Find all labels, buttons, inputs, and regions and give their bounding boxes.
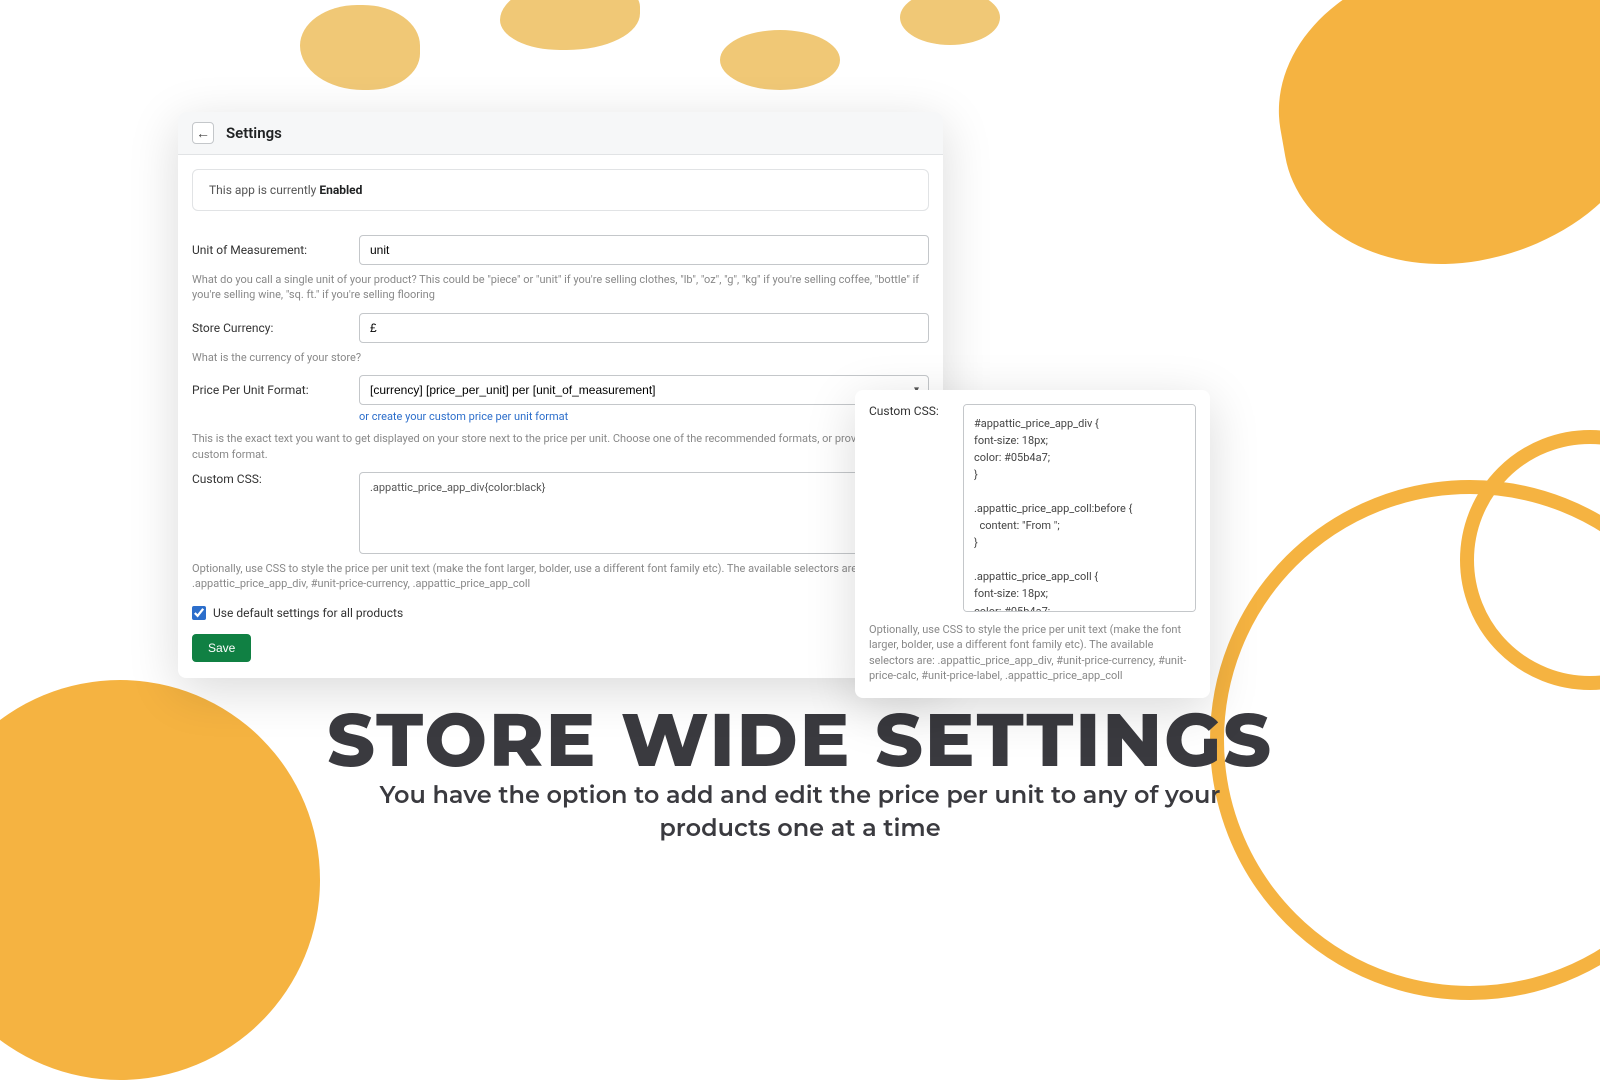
status-prefix: This app is currently bbox=[209, 183, 319, 197]
customcss-overlay-panel: Custom CSS: Optionally, use CSS to style… bbox=[855, 390, 1210, 698]
field-unit: Unit of Measurement: What do you call a … bbox=[192, 235, 929, 303]
customcss-textarea[interactable] bbox=[359, 472, 929, 554]
format-selected[interactable] bbox=[359, 375, 929, 405]
marketing-headline: STORE WIDE SETTINGS bbox=[327, 694, 1273, 785]
overlay-css-textarea[interactable] bbox=[963, 404, 1196, 612]
currency-input[interactable] bbox=[359, 313, 929, 343]
customcss-label: Custom CSS: bbox=[192, 472, 347, 486]
unit-help: What do you call a single unit of your p… bbox=[192, 272, 929, 303]
format-label: Price Per Unit Format: bbox=[192, 383, 347, 397]
page-title: Settings bbox=[226, 124, 282, 142]
status-strip: This app is currently Enabled bbox=[192, 169, 929, 211]
status-value: Enabled bbox=[319, 183, 362, 197]
unit-input[interactable] bbox=[359, 235, 929, 265]
format-select[interactable] bbox=[359, 375, 929, 405]
settings-panel: ← Settings This app is currently Enabled… bbox=[178, 112, 943, 678]
currency-help: What is the currency of your store? bbox=[192, 350, 929, 365]
format-help: This is the exact text you want to get d… bbox=[192, 431, 929, 462]
field-format: Price Per Unit Format: or create your cu… bbox=[192, 375, 929, 462]
field-currency: Store Currency: What is the currency of … bbox=[192, 313, 929, 365]
panel-header: ← Settings bbox=[178, 112, 943, 155]
default-settings-input[interactable] bbox=[192, 606, 206, 620]
panel-body: Unit of Measurement: What do you call a … bbox=[178, 221, 943, 678]
unit-label: Unit of Measurement: bbox=[192, 243, 347, 257]
save-button[interactable]: Save bbox=[192, 634, 251, 662]
arrow-left-icon: ← bbox=[196, 125, 210, 142]
back-button[interactable]: ← bbox=[192, 122, 214, 144]
customcss-help: Optionally, use CSS to style the price p… bbox=[192, 561, 929, 592]
default-settings-checkbox[interactable]: Use default settings for all products bbox=[192, 606, 929, 620]
default-settings-label: Use default settings for all products bbox=[213, 606, 403, 620]
currency-label: Store Currency: bbox=[192, 321, 347, 335]
custom-format-link[interactable]: or create your custom price per unit for… bbox=[359, 410, 568, 423]
field-customcss: Custom CSS: Optionally, use CSS to style… bbox=[192, 472, 929, 592]
overlay-css-help: Optionally, use CSS to style the price p… bbox=[869, 622, 1196, 684]
marketing-subhead: You have the option to add and edit the … bbox=[350, 780, 1250, 845]
overlay-css-label: Custom CSS: bbox=[869, 404, 951, 418]
